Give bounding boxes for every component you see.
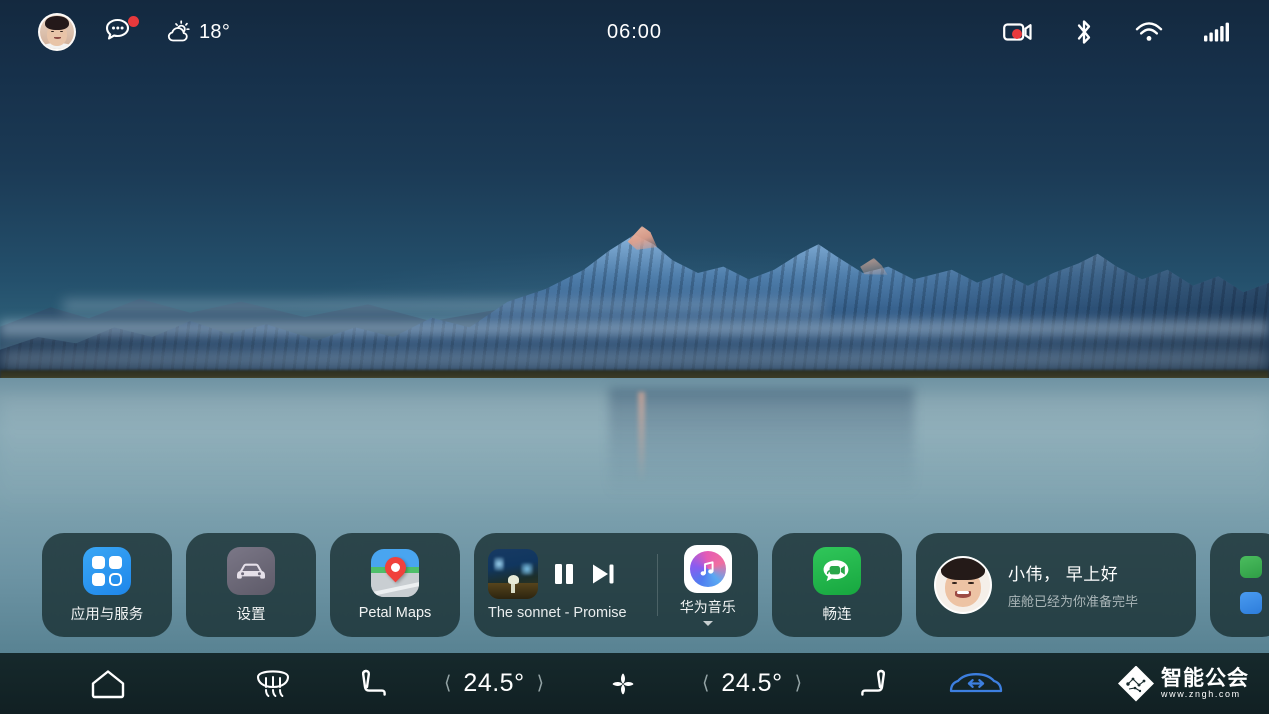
greeting-subtitle: 座舱已经为你准备完毕 [1008, 594, 1139, 609]
blue-app-icon [1240, 592, 1262, 614]
cellular-signal-icon[interactable] [1203, 21, 1231, 43]
media-app-label: 华为音乐 [679, 598, 736, 615]
app-dock: 应用与服务 设置 Petal Maps The sonnet - Promise… [0, 531, 1269, 639]
fan-button[interactable] [573, 667, 673, 701]
driver-temperature-value: 24.5° [463, 669, 525, 697]
chevron-right-icon[interactable]: ⟩ [537, 674, 544, 693]
media-track-title: The sonnet - Promise [488, 605, 627, 621]
message-bubble-icon[interactable] [104, 16, 139, 47]
weather-temperature: 18° [199, 20, 231, 43]
greeting-text: 小伟， 早上好 座舱已经为你准备完毕 [1008, 560, 1138, 610]
recirculation-button[interactable] [916, 668, 1036, 700]
windshield-defrost-icon [256, 669, 289, 697]
greeting-avatar [934, 556, 992, 614]
status-bar: 18° [0, 0, 1269, 64]
passenger-temperature-control[interactable]: ⟨ 24.5° ⟩ [673, 669, 831, 698]
dock-app-label: Petal Maps [358, 605, 432, 621]
notification-badge [128, 16, 139, 27]
dock-app-label: 设置 [236, 606, 266, 623]
zngh-url: www.zngh.com [1161, 689, 1241, 699]
dashcam-recording-icon[interactable] [1003, 21, 1033, 43]
zngh-watermark: 智能公会 www.zngh.com [1118, 665, 1269, 702]
car-settings-icon [227, 546, 275, 595]
media-player-widget[interactable]: The sonnet - Promise 华为音乐 [474, 533, 758, 637]
caret-down-icon[interactable] [702, 620, 713, 626]
media-left-section: The sonnet - Promise [488, 549, 643, 621]
bottom-control-bar: ⟨ 24.5° ⟩ ⟨ 24.5° ⟩ 智能公会 www.zngh.com [0, 653, 1269, 714]
chevron-left-icon[interactable]: ⟨ [702, 674, 709, 693]
greeting-card[interactable]: 小伟， 早上好 座舱已经为你准备完毕 [916, 533, 1196, 637]
album-art-thumbnail[interactable] [488, 549, 538, 599]
dock-app-label: 应用与服务 [70, 606, 144, 623]
wallpaper-mist-upper [63, 296, 825, 316]
sun-behind-cloud-icon [167, 20, 190, 42]
green-app-icon [1240, 556, 1262, 578]
recording-indicator-dot [1012, 29, 1022, 39]
chevron-right-icon[interactable]: ⟩ [795, 674, 802, 693]
defrost-button[interactable] [215, 668, 330, 700]
petal-maps-icon [371, 549, 419, 597]
media-divider [656, 554, 658, 616]
zngh-logo-icon [1118, 665, 1154, 702]
weather-widget[interactable]: 18° [166, 19, 230, 45]
meetime-icon [813, 546, 861, 595]
dock-edge-card[interactable] [1210, 533, 1269, 637]
driver-seat-button[interactable] [330, 666, 415, 702]
status-bar-right [1003, 18, 1269, 46]
passenger-seat-icon [860, 669, 885, 696]
dock-app-petal-maps[interactable]: Petal Maps [330, 533, 460, 637]
home-button[interactable] [0, 667, 215, 701]
chevron-left-icon[interactable]: ⟨ [444, 674, 451, 693]
zngh-brand-name: 智能公会 [1161, 667, 1249, 690]
driver-seat-icon [361, 669, 386, 696]
status-bar-left: 18° [0, 13, 230, 51]
huawei-music-icon [683, 544, 732, 593]
avatar-hair [44, 15, 70, 30]
pause-icon[interactable] [552, 561, 576, 587]
home-icon [91, 669, 124, 698]
bluetooth-icon[interactable] [1073, 18, 1095, 46]
dock-app-meetime[interactable]: 畅连 [772, 533, 902, 637]
infotainment-home-screen: 18° 06:00 应用与服务 设置 Petal Maps The sonnet… [0, 0, 1269, 714]
zngh-watermark-text: 智能公会 www.zngh.com [1161, 668, 1249, 699]
dock-app-label: 畅连 [822, 606, 852, 623]
greeting-title: 小伟， 早上好 [1008, 565, 1119, 584]
media-app-section[interactable]: 华为音乐 [672, 544, 745, 626]
fan-icon [612, 673, 634, 694]
passenger-seat-button[interactable] [831, 666, 916, 702]
wifi-icon[interactable] [1135, 21, 1163, 43]
wallpaper-water-sheen [0, 400, 1269, 520]
driver-temperature-control[interactable]: ⟨ 24.5° ⟩ [415, 669, 573, 698]
apps-grid-icon [83, 546, 131, 595]
media-controls-row [488, 549, 616, 599]
air-recirculation-icon [949, 672, 1003, 692]
next-track-icon[interactable] [590, 561, 616, 587]
dock-app-settings[interactable]: 设置 [186, 533, 316, 637]
dock-app-apps-services[interactable]: 应用与服务 [42, 533, 172, 637]
wallpaper-mist-mid [0, 316, 1269, 342]
passenger-temperature-value: 24.5° [721, 669, 783, 697]
user-avatar[interactable] [38, 13, 76, 51]
